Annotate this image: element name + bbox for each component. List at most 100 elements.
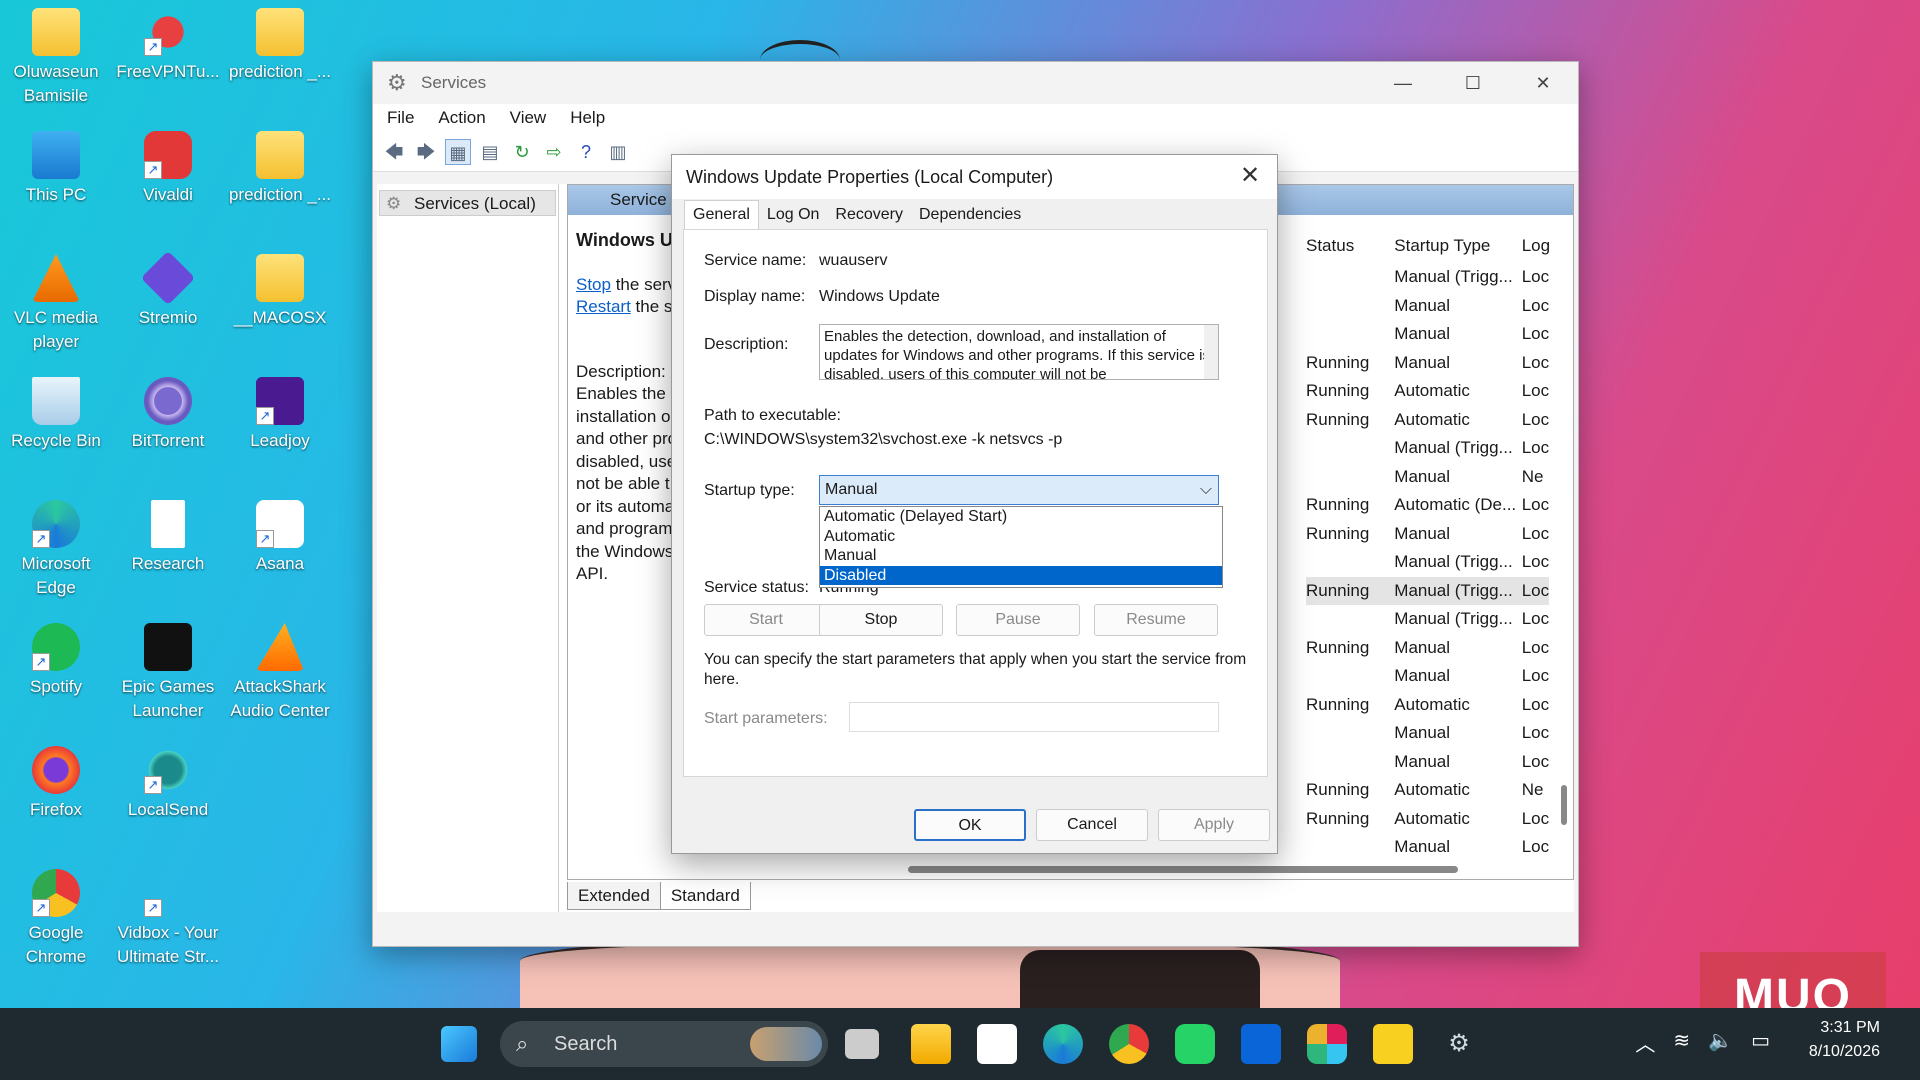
dialog-close-icon[interactable]: ✕	[1235, 161, 1265, 190]
table-row[interactable]: Manual (Trigg... Loc	[1306, 605, 1549, 634]
tab-extended[interactable]: Extended	[567, 882, 661, 910]
option-disabled[interactable]: Disabled	[820, 565, 1222, 585]
clock[interactable]: 3:31 PM 8/10/2026	[1809, 1016, 1880, 1064]
resume-button[interactable]: Resume	[1094, 604, 1218, 636]
vertical-scrollbar[interactable]	[1561, 225, 1569, 865]
table-row[interactable]: Running Manual Loc	[1306, 349, 1549, 378]
tab-recovery[interactable]: Recovery	[827, 201, 911, 229]
desktop-icon-asana[interactable]: ↗ Asana	[226, 500, 334, 576]
tab-standard[interactable]: Standard	[659, 882, 751, 910]
desktop-icon-bittorrent[interactable]: BitTorrent	[114, 377, 222, 453]
menu-action[interactable]: Action	[438, 108, 485, 128]
show-hide-console-tree-icon[interactable]: ▦	[445, 138, 471, 165]
whatsapp-icon[interactable]	[1175, 1024, 1215, 1064]
minimize-button[interactable]: —	[1368, 62, 1438, 104]
table-row[interactable]: Running Automatic (De... Loc	[1306, 491, 1549, 520]
pause-button[interactable]: Pause	[956, 604, 1080, 636]
taskbar-search[interactable]: ⌕ Search	[500, 1021, 828, 1067]
horizontal-scrollbar[interactable]	[908, 866, 1458, 873]
forward-arrow-icon[interactable]: 🡆	[413, 139, 439, 165]
table-row[interactable]: Manual (Trigg... Loc	[1306, 263, 1549, 292]
table-row[interactable]: Running Manual (Trigg... Loc	[1306, 576, 1549, 605]
start-parameters-input[interactable]	[849, 702, 1219, 732]
chevron-up-icon[interactable]: ︿	[1635, 1028, 1655, 1057]
tab-dependencies[interactable]: Dependencies	[911, 201, 1029, 229]
close-button[interactable]: ✕	[1508, 62, 1578, 104]
column-log-on[interactable]: Log	[1522, 236, 1549, 256]
refresh-icon[interactable]: ↻	[509, 139, 535, 165]
task-view-icon[interactable]	[845, 1029, 879, 1059]
table-row[interactable]: Running Automatic Loc	[1306, 691, 1549, 720]
desktop-icon-macosx[interactable]: __MACOSX	[226, 254, 334, 330]
table-row[interactable]: Manual Loc	[1306, 320, 1549, 349]
column-startup-type[interactable]: Startup Type	[1394, 236, 1521, 256]
desktop-icon-prediction-2[interactable]: prediction _...	[226, 131, 334, 207]
file-explorer-icon[interactable]	[911, 1024, 951, 1064]
cancel-button[interactable]: Cancel	[1036, 809, 1148, 841]
properties-icon[interactable]: ▤	[477, 139, 503, 165]
option-manual[interactable]: Manual	[820, 546, 1222, 566]
desktop-icon-spotify[interactable]: ↗ Spotify	[2, 623, 110, 699]
tab-general[interactable]: General	[684, 200, 759, 229]
tab-log-on[interactable]: Log On	[759, 201, 827, 229]
menu-help[interactable]: Help	[570, 108, 605, 128]
restart-service-link[interactable]: Restart	[576, 297, 631, 316]
table-row[interactable]: Manual Loc	[1306, 833, 1549, 862]
table-row[interactable]: Running Manual Loc	[1306, 634, 1549, 663]
tree-item-services-local[interactable]: ⚙ Services (Local)	[379, 190, 556, 216]
wifi-icon[interactable]: ≋	[1673, 1028, 1690, 1057]
table-row[interactable]: Manual (Trigg... Loc	[1306, 434, 1549, 463]
battery-icon[interactable]: ▭	[1751, 1028, 1770, 1057]
startup-type-select[interactable]: Manual ⌵	[819, 475, 1219, 505]
dialog-titlebar[interactable]: Windows Update Properties (Local Compute…	[672, 155, 1277, 199]
table-row[interactable]: Running Automatic Ne	[1306, 776, 1549, 805]
desktop-icon-prediction-1[interactable]: prediction _...	[226, 8, 334, 84]
table-row[interactable]: Running Automatic Loc	[1306, 377, 1549, 406]
desktop-icon-this-pc[interactable]: This PC	[2, 131, 110, 207]
table-row[interactable]: Running Automatic Loc	[1306, 805, 1549, 834]
desktop-icon-firefox[interactable]: Firefox	[2, 746, 110, 822]
sticky-notes-icon[interactable]	[1373, 1024, 1413, 1064]
table-row[interactable]: Manual (Trigg... Loc	[1306, 548, 1549, 577]
desktop-icon-vlc[interactable]: VLC media player	[2, 254, 110, 354]
desktop-icon-research[interactable]: Research	[114, 500, 222, 576]
edge-taskbar-icon[interactable]	[1043, 1024, 1083, 1064]
desktop-icon-epic[interactable]: Epic Games Launcher	[114, 623, 222, 723]
option-automatic[interactable]: Automatic	[820, 527, 1222, 547]
column-status[interactable]: Status	[1306, 236, 1394, 256]
stop-service-link[interactable]: Stop	[576, 275, 611, 294]
chrome-taskbar-icon[interactable]	[1109, 1024, 1149, 1064]
back-arrow-icon[interactable]: 🡄	[381, 139, 407, 165]
description-scrollbar[interactable]	[1204, 325, 1218, 379]
trello-icon[interactable]	[1241, 1024, 1281, 1064]
table-row[interactable]: Manual Ne	[1306, 463, 1549, 492]
start-windows-icon[interactable]	[441, 1026, 477, 1062]
desktop-icon-edge[interactable]: ↗ Microsoft Edge	[2, 500, 110, 600]
microsoft-store-icon[interactable]	[977, 1024, 1017, 1064]
stop-button[interactable]: Stop	[819, 604, 943, 636]
volume-icon[interactable]: 🔈	[1708, 1028, 1733, 1057]
services-taskbar-gear-icon[interactable]: ⚙	[1439, 1024, 1479, 1064]
desktop-icon-stremio[interactable]: Stremio	[114, 250, 222, 330]
desktop-icon-vidbox[interactable]: ↗ Vidbox - Your Ultimate Str...	[114, 869, 222, 969]
ok-button[interactable]: OK	[914, 809, 1026, 841]
desktop-icon-vivaldi[interactable]: ↗ Vivaldi	[114, 131, 222, 207]
export-list-icon[interactable]: ⇨	[541, 139, 567, 165]
table-row[interactable]: Manual Loc	[1306, 662, 1549, 691]
table-row[interactable]: Running Manual Loc	[1306, 520, 1549, 549]
description-textbox[interactable]: Enables the detection, download, and ins…	[819, 324, 1219, 380]
desktop-icon-localsend[interactable]: ↗ LocalSend	[114, 746, 222, 822]
maximize-button[interactable]: ☐	[1438, 62, 1508, 104]
desktop-icon-recycle-bin[interactable]: Recycle Bin	[2, 377, 110, 453]
menu-file[interactable]: File	[387, 108, 414, 128]
desktop-icon-attackshark[interactable]: AttackShark Audio Center	[226, 623, 334, 723]
table-row[interactable]: Running Automatic Loc	[1306, 406, 1549, 435]
option-automatic-delayed[interactable]: Automatic (Delayed Start)	[820, 507, 1222, 527]
table-row[interactable]: Manual Loc	[1306, 719, 1549, 748]
desktop-icon-user-folder[interactable]: Oluwaseun Bamisile	[2, 8, 110, 108]
help-icon[interactable]: ?	[573, 139, 599, 165]
apply-button[interactable]: Apply	[1158, 809, 1270, 841]
table-row[interactable]: Manual Loc	[1306, 292, 1549, 321]
desktop-icon-freevpn[interactable]: ↗ FreeVPNTu...	[114, 8, 222, 84]
slack-icon[interactable]	[1307, 1024, 1347, 1064]
